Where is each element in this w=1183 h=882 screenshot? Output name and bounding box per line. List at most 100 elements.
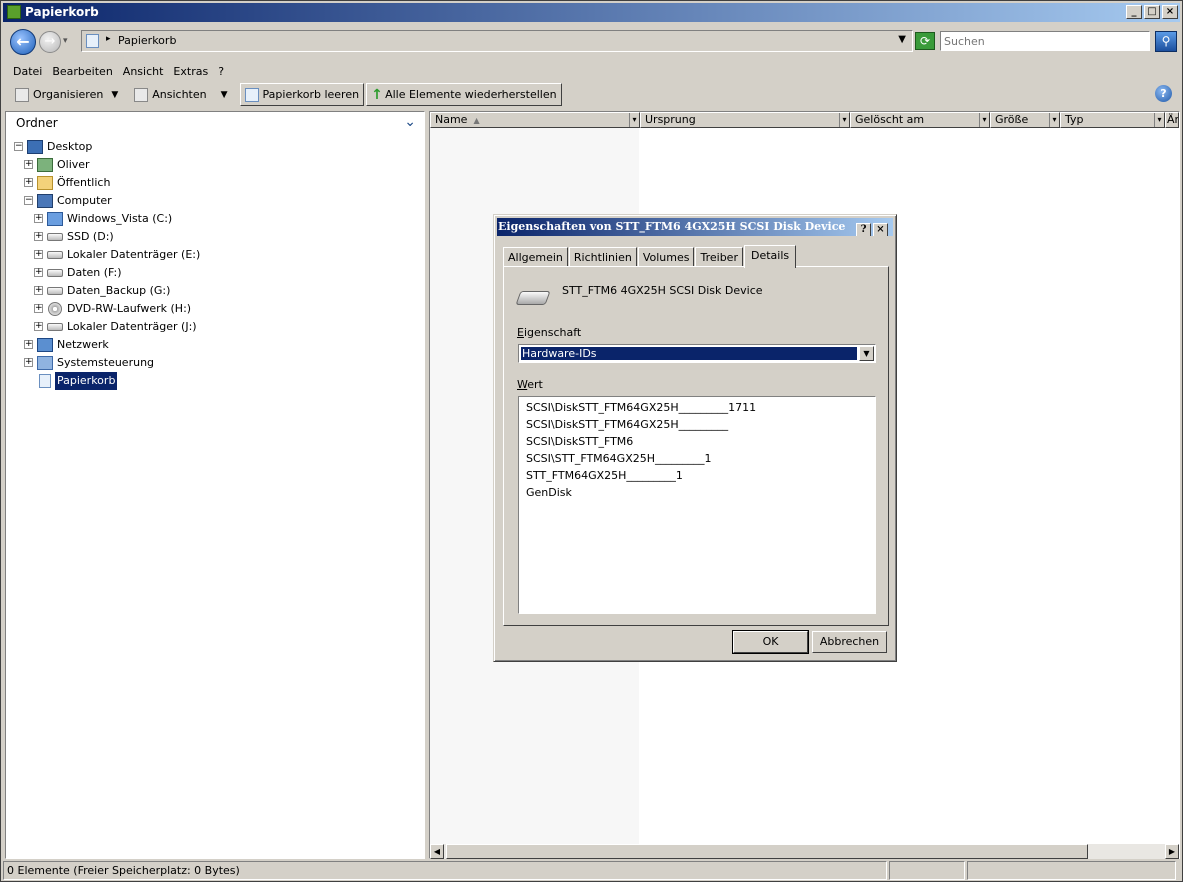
tree-item-desktop[interactable]: − Desktop [6, 138, 424, 156]
toolbar: Organisieren ▼ Ansichten ▼ Papierkorb le… [3, 82, 1180, 107]
close-button[interactable]: × [1162, 5, 1178, 19]
list-item[interactable]: SCSI\STT_FTM64GX25H_________1 [526, 450, 868, 467]
column-deleted-on[interactable]: Gelöscht am ▾ [850, 112, 990, 128]
tree-item-recycle-bin[interactable]: Papierkorb [6, 372, 424, 390]
dialog-title-bar[interactable]: Eigenschaften von STT_FTM6 4GX25H SCSI D… [497, 218, 893, 236]
tree-item-drive-g[interactable]: + Daten_Backup (G:) [6, 282, 424, 300]
folder-pane-title: Ordner [16, 116, 58, 130]
collapse-icon[interactable]: − [24, 196, 33, 205]
expand-icon[interactable]: + [34, 268, 43, 277]
refresh-icon[interactable]: ⟳ [915, 32, 935, 50]
tree-item-label: Daten (F:) [67, 266, 122, 279]
expand-icon[interactable]: + [24, 178, 33, 187]
expand-icon[interactable]: + [34, 304, 43, 313]
expand-icon[interactable]: + [24, 340, 33, 349]
organize-button[interactable]: Organisieren ▼ [11, 83, 122, 106]
horizontal-scrollbar[interactable]: ◀ ▶ [430, 844, 1179, 859]
column-modified[interactable]: Än [1165, 112, 1179, 128]
expand-icon[interactable]: + [24, 358, 33, 367]
tree-item-oliver[interactable]: + Oliver [6, 156, 424, 174]
address-bar[interactable]: ▸ Papierkorb ▼ [81, 30, 913, 52]
menu-datei[interactable]: Datei [11, 65, 50, 78]
back-arrow-icon[interactable]: ← [10, 29, 36, 55]
column-header-row: Name ▲ ▾ Ursprung ▾ Gelöscht am ▾ Größe ▾… [430, 112, 1179, 128]
chevron-down-icon[interactable]: ▼ [859, 346, 874, 361]
dialog-help-button[interactable]: ? [856, 223, 871, 236]
column-filter-dropdown-icon[interactable]: ▾ [629, 113, 639, 127]
expand-icon[interactable]: + [34, 250, 43, 259]
cancel-button[interactable]: Abbrechen [812, 631, 887, 653]
menu-bearbeiten[interactable]: Bearbeiten [50, 65, 120, 78]
tree-item-label: Windows_Vista (C:) [67, 212, 173, 225]
search-icon[interactable]: ⚲ [1155, 31, 1177, 52]
list-item[interactable]: STT_FTM64GX25H_________1 [526, 467, 868, 484]
scroll-right-icon[interactable]: ▶ [1165, 844, 1179, 859]
title-bar[interactable]: Papierkorb _ □ × [3, 3, 1180, 22]
scroll-left-icon[interactable]: ◀ [430, 844, 444, 859]
ok-button[interactable]: OK [733, 631, 808, 653]
menu-extras[interactable]: Extras [171, 65, 216, 78]
tree-item-drive-f[interactable]: + Daten (F:) [6, 264, 424, 282]
views-button[interactable]: Ansichten ▼ [130, 83, 231, 106]
list-item[interactable]: SCSI\DiskSTT_FTM64GX25H_________1711 [526, 399, 868, 416]
expand-icon[interactable]: + [34, 286, 43, 295]
list-item[interactable]: GenDisk [526, 484, 868, 501]
breadcrumb-chevron-icon[interactable]: ▸ [106, 34, 111, 44]
search-input[interactable] [940, 31, 1150, 51]
column-type[interactable]: Typ ▾ [1060, 112, 1165, 128]
tree-item-drive-e[interactable]: + Lokaler Datenträger (E:) [6, 246, 424, 264]
column-origin[interactable]: Ursprung ▾ [640, 112, 850, 128]
tree-item-computer[interactable]: − Computer [6, 192, 424, 210]
tab-driver[interactable]: Treiber [695, 247, 743, 267]
forward-arrow-icon[interactable]: → [39, 31, 61, 53]
column-name-label: Name [435, 113, 468, 126]
menu-help[interactable]: ? [216, 65, 232, 78]
folder-pane-header[interactable]: Ordner ⌄ [6, 112, 424, 134]
expand-icon[interactable]: + [34, 214, 43, 223]
hard-drive-icon [47, 287, 63, 295]
breadcrumb-papierkorb[interactable]: Papierkorb [118, 34, 176, 47]
column-name[interactable]: Name ▲ ▾ [430, 112, 640, 128]
empty-recycle-bin-button[interactable]: Papierkorb leeren [239, 83, 365, 106]
tree-item-label: Netzwerk [57, 338, 109, 351]
tree-item-drive-h[interactable]: + DVD-RW-Laufwerk (H:) [6, 300, 424, 318]
collapse-icon[interactable]: − [14, 142, 23, 151]
property-dropdown[interactable]: Hardware-IDs ▼ [518, 344, 876, 363]
tree-item-label: Öffentlich [57, 176, 111, 189]
expand-icon[interactable]: + [34, 322, 43, 331]
column-filter-dropdown-icon[interactable]: ▾ [839, 113, 849, 127]
tree-item-network[interactable]: + Netzwerk [6, 336, 424, 354]
column-filter-dropdown-icon[interactable]: ▾ [1154, 113, 1164, 127]
column-filter-dropdown-icon[interactable]: ▾ [1049, 113, 1059, 127]
chevron-down-icon[interactable]: ⌄ [404, 114, 416, 130]
restore-all-button[interactable]: ↑ Alle Elemente wiederherstellen [366, 83, 562, 106]
history-dropdown-icon[interactable]: ▾ [63, 36, 68, 46]
tab-details[interactable]: Details [743, 245, 797, 268]
list-item[interactable]: SCSI\DiskSTT_FTM6 [526, 433, 868, 450]
tree-item-drive-c[interactable]: + Windows_Vista (C:) [6, 210, 424, 228]
list-item[interactable]: SCSI\DiskSTT_FTM64GX25H_________ [526, 416, 868, 433]
tree-item-control-panel[interactable]: + Systemsteuerung [6, 354, 424, 372]
disk-drive-icon [515, 291, 551, 305]
chevron-down-icon: ▼ [220, 89, 228, 100]
details-panel: STT_FTM6 4GX25H SCSI Disk Device Eigensc… [503, 266, 889, 626]
scrollbar-thumb[interactable] [446, 844, 1088, 859]
dialog-close-button[interactable]: × [873, 223, 888, 236]
help-icon[interactable]: ? [1155, 85, 1172, 102]
minimize-button[interactable]: _ [1126, 5, 1142, 19]
maximize-button[interactable]: □ [1144, 5, 1160, 19]
menu-ansicht[interactable]: Ansicht [121, 65, 172, 78]
tree-item-drive-d[interactable]: + SSD (D:) [6, 228, 424, 246]
value-list[interactable]: SCSI\DiskSTT_FTM64GX25H_________1711 SCS… [518, 396, 876, 614]
column-size[interactable]: Größe ▾ [990, 112, 1060, 128]
address-dropdown-icon[interactable]: ▼ [898, 34, 906, 45]
tab-general[interactable]: Allgemein [503, 247, 568, 267]
column-filter-dropdown-icon[interactable]: ▾ [979, 113, 989, 127]
tree-item-public[interactable]: + Öffentlich [6, 174, 424, 192]
value-label: Wert [517, 378, 543, 391]
tab-volumes[interactable]: Volumes [637, 247, 695, 267]
tab-policies[interactable]: Richtlinien [568, 247, 637, 267]
tree-item-drive-j[interactable]: + Lokaler Datenträger (J:) [6, 318, 424, 336]
expand-icon[interactable]: + [24, 160, 33, 169]
expand-icon[interactable]: + [34, 232, 43, 241]
